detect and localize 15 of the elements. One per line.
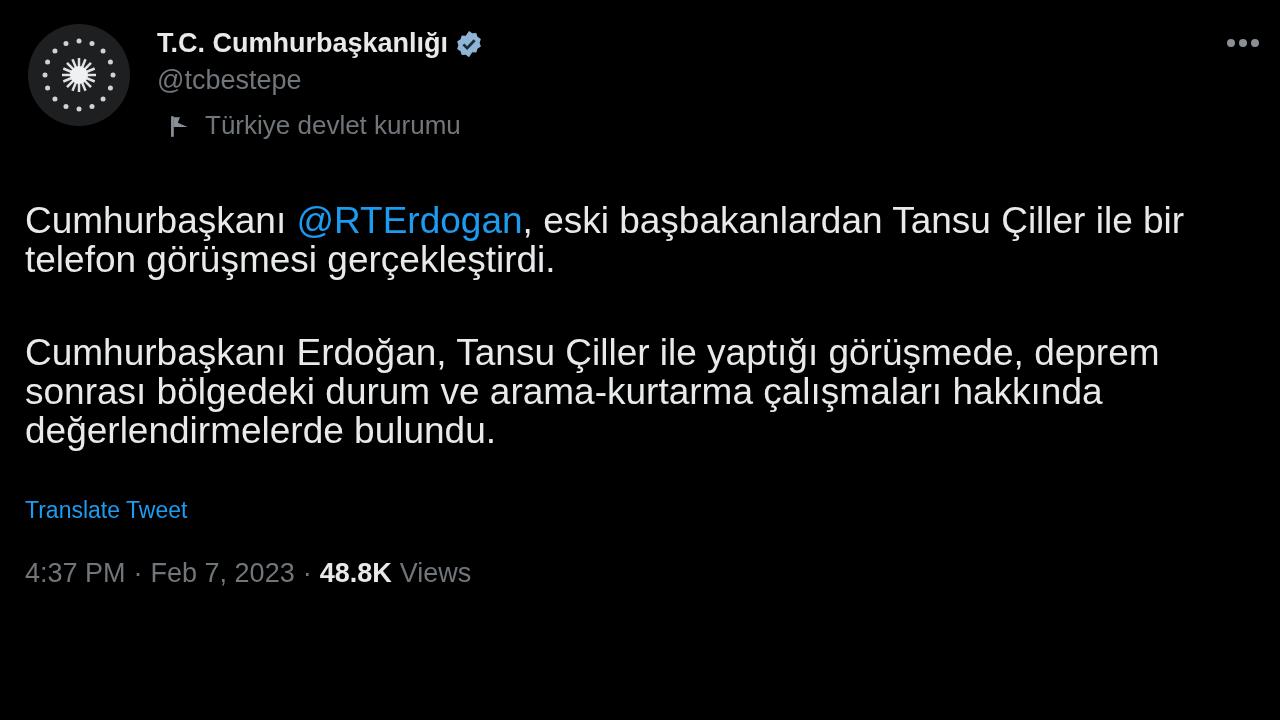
views-label: Views xyxy=(399,558,472,589)
translate-link[interactable]: Translate Tweet xyxy=(25,497,188,524)
account-name[interactable]: T.C. Cumhurbaşkanlığı xyxy=(157,28,449,59)
separator: · xyxy=(302,558,312,589)
tweet-paragraph: Cumhurbaşkanı Erdoğan, Tansu Çiller ile yaptığı görüşmede, deprem sonrası bölgedeki durum ve arama-kurtarma çalışmaları hakkında değerlendirmelerde bulundu. xyxy=(25,333,1161,450)
tweet-paragraph: Cumhurbaşkanı @RTErdogan, eski başbakanlardan Tansu Çiller ile bir telefon görüşmesi gerçekleştirdi. xyxy=(25,201,1186,279)
account-handle[interactable]: @tcbestepe xyxy=(157,65,485,96)
tweet-date[interactable]: Feb 7, 2023 xyxy=(150,558,295,589)
views-count: 48.8K xyxy=(319,558,392,589)
tweet-time[interactable]: 4:37 PM xyxy=(25,558,126,589)
separator: · xyxy=(133,558,143,589)
avatar-icon[interactable] xyxy=(28,24,130,126)
account-label: Türkiye devlet kurumu xyxy=(205,110,461,141)
mention-link[interactable]: @RTErdogan xyxy=(296,200,523,241)
more-icon[interactable] xyxy=(1226,38,1260,48)
